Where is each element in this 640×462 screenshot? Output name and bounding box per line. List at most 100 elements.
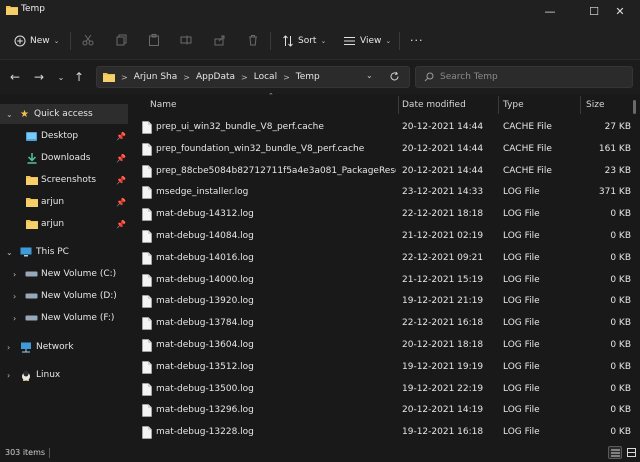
- sidebar-item-label: arjun: [41, 219, 65, 229]
- file-row[interactable]: mat-debug-14000.log 21-12-2021 15:19 LOG F…: [136, 270, 632, 292]
- refresh-icon[interactable]: [389, 71, 400, 82]
- close-button[interactable]: ✕: [598, 0, 640, 22]
- sidebar-item-desktop[interactable]: Desktop 📌: [0, 126, 128, 146]
- rename-icon[interactable]: [180, 34, 192, 46]
- file-row[interactable]: mat-debug-13604.log 20-12-2021 18:18 LOG F…: [136, 335, 632, 357]
- sidebar-item-network[interactable]: › Network: [0, 337, 128, 357]
- sidebar-item-arjun[interactable]: arjun 📌: [0, 192, 128, 212]
- file-date-modified: 19-12-2021 19:19: [402, 361, 484, 372]
- file-size: 0 KB: [610, 427, 631, 438]
- sidebar-item-downloads[interactable]: Downloads 📌: [0, 148, 128, 168]
- scrollbar-thumb[interactable]: [633, 100, 636, 114]
- file-name: mat-debug-13512.log: [156, 361, 254, 372]
- file-row[interactable]: mat-debug-13920.log 19-12-2021 21:19 LOG F…: [136, 291, 632, 313]
- sidebar-item-label: Linux: [36, 370, 61, 380]
- address-dropdown-chevron-icon[interactable]: ⌄: [366, 71, 373, 80]
- breadcrumb-item[interactable]: AppData >: [196, 72, 248, 82]
- file-icon: [142, 360, 152, 374]
- file-row[interactable]: mat-debug-13512.log 19-12-2021 19:19 LOG F…: [136, 357, 632, 379]
- column-resize-handle[interactable]: [398, 96, 399, 114]
- details-view-button[interactable]: [608, 446, 622, 459]
- chevron-right-icon[interactable]: ›: [7, 371, 10, 380]
- chevron-right-icon[interactable]: ›: [13, 270, 16, 279]
- pin-icon[interactable]: 📌: [116, 220, 126, 229]
- column-type[interactable]: Type: [503, 100, 524, 110]
- file-icon: [142, 426, 152, 439]
- file-type: LOG File: [503, 318, 540, 329]
- pin-icon[interactable]: 📌: [116, 198, 126, 207]
- address-bar[interactable]: > Arjun Sha > AppData > Local > Temp: [96, 66, 410, 88]
- plus-circle-icon: [14, 35, 26, 47]
- column-resize-handle[interactable]: [580, 96, 581, 114]
- chevron-down-icon[interactable]: ⌄: [6, 110, 13, 119]
- file-row[interactable]: mat-debug-14084.log 21-12-2021 02:19 LOG F…: [136, 226, 632, 248]
- folder-icon: [26, 198, 38, 207]
- minimize-button[interactable]: —: [528, 0, 572, 22]
- recent-locations-chevron-icon[interactable]: ⌄: [52, 68, 70, 86]
- up-arrow-icon[interactable]: ↑: [70, 68, 88, 86]
- sidebar-item-arjun[interactable]: arjun 📌: [0, 214, 128, 234]
- sidebar-item-linux[interactable]: › Linux: [0, 365, 128, 385]
- file-date-modified: 20-12-2021 14:19: [402, 405, 484, 416]
- forward-arrow-icon[interactable]: →: [30, 68, 48, 86]
- back-arrow-icon[interactable]: ←: [6, 68, 24, 86]
- share-icon[interactable]: [214, 34, 226, 46]
- sidebar-item-screenshots[interactable]: Screenshots 📌: [0, 170, 128, 190]
- pin-icon[interactable]: 📌: [116, 132, 126, 141]
- column-size[interactable]: Size: [586, 100, 604, 110]
- column-name[interactable]: Name: [150, 100, 177, 110]
- file-row[interactable]: prep_88cbe5084b82712711f5a4e3a081_Packag…: [136, 161, 632, 183]
- search-input[interactable]: Search Temp: [440, 72, 498, 82]
- cut-icon[interactable]: [82, 34, 94, 46]
- sidebar-item-drive-c[interactable]: › New Volume (C:): [0, 264, 128, 284]
- pin-icon[interactable]: 📌: [116, 176, 126, 185]
- search-icon: [424, 72, 434, 82]
- breadcrumb-item-current[interactable]: Temp: [296, 72, 320, 82]
- file-row[interactable]: mat-debug-13296.log 20-12-2021 14:19 LOG F…: [136, 400, 632, 422]
- file-size: 23 KB: [604, 165, 631, 176]
- sidebar-item-this-pc[interactable]: ⌄ This PC: [0, 242, 128, 262]
- file-row[interactable]: mat-debug-13784.log 22-12-2021 16:18 LOG F…: [136, 313, 632, 335]
- download-icon: [27, 152, 37, 164]
- file-name: mat-debug-14000.log: [156, 274, 254, 285]
- tiles-view-button[interactable]: [624, 446, 638, 459]
- more-options-button[interactable]: ···: [410, 32, 424, 48]
- sidebar-item-drive-f[interactable]: › New Volume (F:): [0, 308, 128, 328]
- sort-button[interactable]: Sort ⌄: [282, 33, 326, 49]
- breadcrumb-item[interactable]: Local >: [254, 72, 290, 82]
- file-row[interactable]: mat-debug-14312.log 22-12-2021 18:18 LOG F…: [136, 204, 632, 226]
- chevron-right-icon[interactable]: ›: [13, 292, 16, 301]
- chevron-right-icon[interactable]: ›: [13, 314, 16, 323]
- search-box[interactable]: Search Temp: [415, 66, 633, 88]
- file-row[interactable]: prep_foundation_win32_bundle_V8_perf.cac…: [136, 139, 632, 161]
- file-type: LOG File: [503, 427, 540, 438]
- file-icon: [142, 164, 152, 178]
- file-row[interactable]: prep_ui_win32_bundle_V8_perf.cache 20-12-…: [136, 117, 632, 139]
- chevron-right-icon[interactable]: ›: [7, 343, 10, 352]
- file-row[interactable]: mat-debug-14016.log 22-12-2021 09:21 LOG F…: [136, 248, 632, 270]
- toolbar-divider: [70, 32, 71, 50]
- file-name: prep_foundation_win32_bundle_V8_perf.cac…: [156, 143, 365, 154]
- pin-icon[interactable]: 📌: [116, 154, 126, 163]
- chevron-down-icon[interactable]: ⌄: [6, 248, 13, 257]
- chevron-down-icon: ⌄: [385, 37, 392, 45]
- file-size: 0 KB: [610, 274, 631, 285]
- view-button[interactable]: View ⌄: [343, 33, 391, 49]
- file-size: 0 KB: [610, 361, 631, 372]
- file-row[interactable]: mat-debug-13228.log 19-12-2021 16:18 LOG F…: [136, 422, 632, 444]
- sort-label: Sort: [298, 36, 317, 46]
- sidebar-item-quick-access[interactable]: ⌄ ★ Quick access: [0, 104, 128, 124]
- paste-icon[interactable]: [148, 34, 160, 46]
- breadcrumb-item[interactable]: Arjun Sha >: [134, 72, 190, 82]
- pc-icon: [20, 247, 32, 257]
- sidebar-item-drive-d[interactable]: › New Volume (D:): [0, 286, 128, 306]
- tiles-view-icon: [626, 448, 636, 457]
- column-date-modified[interactable]: Date modified: [402, 100, 466, 110]
- copy-icon[interactable]: [116, 34, 128, 46]
- file-row[interactable]: mat-debug-13500.log 19-12-2021 22:19 LOG F…: [136, 379, 632, 401]
- new-button[interactable]: New ⌄: [14, 33, 60, 49]
- chevron-down-icon: ⌄: [53, 37, 60, 45]
- column-resize-handle[interactable]: [498, 96, 499, 114]
- delete-icon[interactable]: [247, 34, 259, 46]
- file-row[interactable]: msedge_installer.log 23-12-2021 14:33 LOG …: [136, 182, 632, 204]
